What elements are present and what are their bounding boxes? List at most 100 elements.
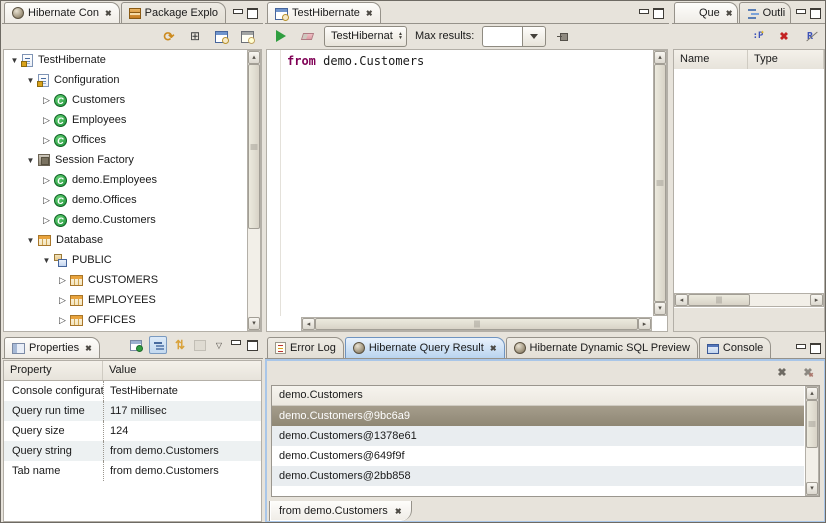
view-tab[interactable]: Outli bbox=[739, 2, 791, 23]
view-tab[interactable]: Package Explo bbox=[121, 2, 226, 23]
editor-horizontal-scrollbar[interactable] bbox=[301, 317, 652, 331]
open-criteria-editor-icon[interactable] bbox=[238, 27, 256, 45]
tree-item[interactable]: demo.Offices bbox=[4, 190, 246, 210]
view-tab[interactable]: Properties bbox=[4, 337, 100, 358]
tree-vertical-scrollbar[interactable] bbox=[247, 50, 261, 331]
minimize-icon[interactable] bbox=[639, 9, 649, 14]
sort-properties-icon[interactable]: ⇅ bbox=[173, 336, 187, 354]
property-row[interactable]: Tab name from demo.Customers bbox=[4, 461, 261, 481]
view-tab[interactable]: Hibernate Con bbox=[4, 2, 120, 23]
expander-icon[interactable] bbox=[56, 274, 69, 286]
close-icon[interactable] bbox=[726, 7, 733, 19]
results-vertical-scrollbar[interactable] bbox=[805, 386, 819, 496]
hql-code[interactable]: from demo.Customers bbox=[287, 54, 651, 68]
maximize-icon[interactable] bbox=[810, 8, 821, 19]
property-row[interactable]: Console configuration TestHibernate bbox=[4, 381, 261, 401]
result-column-header[interactable]: demo.Customers bbox=[272, 386, 804, 406]
expander-icon[interactable] bbox=[24, 74, 37, 86]
toggle-parameters-icon[interactable]: R bbox=[801, 27, 819, 45]
tree-item[interactable]: Offices bbox=[4, 130, 246, 150]
tree-item[interactable]: demo.Customers bbox=[4, 210, 246, 230]
property-row[interactable]: Query size 124 bbox=[4, 421, 261, 441]
new-parameter-icon[interactable]: :P bbox=[749, 27, 767, 45]
configuration-combo[interactable]: TestHibernate ▲▼ bbox=[324, 26, 407, 47]
result-tab[interactable]: from demo.Customers bbox=[269, 501, 412, 521]
expander-icon[interactable] bbox=[40, 254, 53, 266]
tree-item[interactable]: CUSTOMERS bbox=[4, 270, 246, 290]
tree-item[interactable]: Database bbox=[4, 230, 246, 250]
expander-icon[interactable] bbox=[8, 54, 21, 66]
scroll-thumb[interactable] bbox=[688, 294, 750, 306]
scroll-right-icon[interactable] bbox=[810, 294, 823, 306]
close-icon[interactable] bbox=[105, 7, 112, 19]
restore-default-icon[interactable] bbox=[193, 336, 207, 354]
maximize-icon[interactable] bbox=[247, 8, 258, 19]
expander-icon[interactable] bbox=[40, 214, 53, 226]
remove-parameter-icon[interactable]: ✖ bbox=[775, 27, 793, 45]
scroll-thumb[interactable] bbox=[806, 400, 818, 448]
editor-tab[interactable]: TestHibernate bbox=[267, 2, 381, 23]
expander-icon[interactable] bbox=[40, 174, 53, 186]
expander-icon[interactable] bbox=[56, 314, 69, 326]
minimize-icon[interactable] bbox=[796, 9, 806, 14]
expander-icon[interactable] bbox=[40, 114, 53, 126]
view-tab[interactable]: Console bbox=[699, 337, 771, 358]
editor-vertical-scrollbar[interactable] bbox=[653, 50, 667, 316]
scroll-left-icon[interactable] bbox=[302, 318, 315, 330]
expander-icon[interactable] bbox=[40, 194, 53, 206]
tree-item[interactable]: Customers bbox=[4, 90, 246, 110]
parameters-table-body[interactable] bbox=[674, 69, 824, 293]
scroll-thumb[interactable] bbox=[315, 318, 638, 330]
result-row[interactable]: demo.Customers@9bc6a9 bbox=[272, 406, 804, 426]
minimize-icon[interactable] bbox=[233, 9, 243, 14]
view-tab[interactable]: Hibernate Dynamic SQL Preview bbox=[506, 337, 698, 358]
scroll-thumb[interactable] bbox=[248, 64, 260, 229]
result-row[interactable]: demo.Customers@1378e61 bbox=[272, 426, 804, 446]
maximize-icon[interactable] bbox=[653, 8, 664, 19]
close-icon[interactable] bbox=[395, 505, 402, 517]
parameters-horizontal-scrollbar[interactable] bbox=[674, 293, 824, 307]
scroll-up-icon[interactable] bbox=[806, 387, 818, 400]
scroll-up-icon[interactable] bbox=[248, 51, 260, 64]
add-configuration-icon[interactable]: ⊞ bbox=[186, 27, 204, 45]
tree-item[interactable]: Configuration bbox=[4, 70, 246, 90]
maximize-icon[interactable] bbox=[810, 343, 821, 354]
close-icon[interactable] bbox=[490, 342, 497, 354]
expander-icon[interactable] bbox=[24, 154, 37, 166]
expander-icon[interactable] bbox=[56, 294, 69, 306]
tree-item[interactable]: Session Factory bbox=[4, 150, 246, 170]
expander-icon[interactable] bbox=[40, 94, 53, 106]
dropdown-icon[interactable] bbox=[522, 26, 546, 47]
view-tab[interactable]: Hibernate Query Result bbox=[345, 337, 505, 358]
pin-property-view-icon[interactable] bbox=[129, 336, 143, 354]
expander-icon[interactable] bbox=[24, 234, 37, 246]
open-hql-editor-icon[interactable] bbox=[212, 27, 230, 45]
expander-icon[interactable] bbox=[40, 134, 53, 146]
run-query-button[interactable] bbox=[272, 27, 290, 45]
show-categories-icon[interactable] bbox=[149, 336, 167, 354]
view-menu-icon[interactable]: ▽ bbox=[213, 336, 225, 354]
scroll-down-icon[interactable] bbox=[248, 317, 260, 330]
tree-item[interactable]: PUBLIC bbox=[4, 250, 246, 270]
scroll-thumb[interactable] bbox=[654, 64, 666, 302]
clear-editor-icon[interactable] bbox=[298, 27, 316, 45]
view-tab[interactable]: Error Log bbox=[267, 337, 344, 358]
scroll-down-icon[interactable] bbox=[654, 302, 666, 315]
view-tab[interactable]: Que bbox=[674, 2, 738, 23]
column-header-type[interactable]: Type bbox=[748, 50, 824, 69]
close-icon[interactable] bbox=[85, 342, 92, 354]
refresh-icon[interactable]: ⟳ bbox=[160, 27, 178, 45]
property-row[interactable]: Query run time 117 millisec bbox=[4, 401, 261, 421]
property-row[interactable]: Query string from demo.Customers bbox=[4, 441, 261, 461]
result-row[interactable]: demo.Customers@2bb858 bbox=[272, 466, 804, 486]
tree-item[interactable]: demo.Employees bbox=[4, 170, 246, 190]
column-header-name[interactable]: Name bbox=[674, 50, 748, 69]
tree-item[interactable]: TestHibernate bbox=[4, 50, 246, 70]
minimize-icon[interactable] bbox=[231, 340, 241, 345]
column-header-value[interactable]: Value bbox=[103, 361, 261, 380]
maximize-icon[interactable] bbox=[247, 340, 258, 351]
result-row[interactable]: demo.Customers@649f9f bbox=[272, 446, 804, 466]
max-results-input[interactable] bbox=[482, 26, 522, 47]
tree-item[interactable]: Employees bbox=[4, 110, 246, 130]
close-icon[interactable] bbox=[366, 7, 373, 19]
